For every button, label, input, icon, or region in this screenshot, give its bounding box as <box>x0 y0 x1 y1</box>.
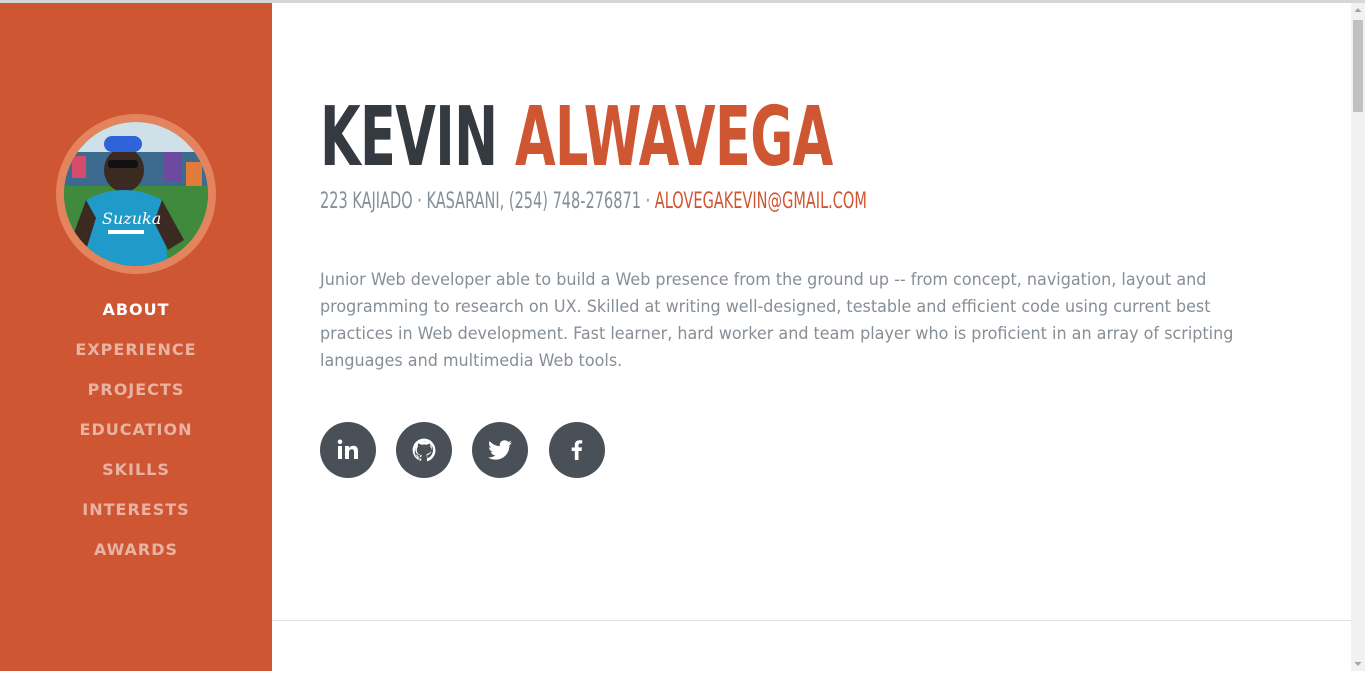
bio-paragraph: Junior Web developer able to build a Web… <box>320 267 1305 375</box>
scroll-up-arrow-icon[interactable] <box>1351 3 1365 17</box>
bio-line: languages and multimedia Web tools. <box>320 351 623 371</box>
nav-item-projects[interactable]: PROJECTS <box>0 379 272 419</box>
bio-line: Junior Web developer able to build a Web… <box>320 270 1207 290</box>
contact-line: 223 KAJIADO · KASARANI, (254) 748-276871… <box>320 189 867 215</box>
main-content: KEVIN ALWAVEGA 223 KAJIADO · KASARANI, (… <box>272 3 1351 671</box>
nav-item-about[interactable]: ABOUT <box>0 299 272 339</box>
facebook-icon <box>571 440 583 460</box>
email-link[interactable]: ALOVEGAKEVIN@GMAIL.COM <box>655 189 867 214</box>
avatar-frame: Suzuka <box>56 114 216 274</box>
section-divider <box>272 620 1351 621</box>
scrollbar[interactable] <box>1351 3 1365 671</box>
sidebar: Suzuka ABOUT EXPERIENCE PROJECTS EDUCATI… <box>0 3 272 671</box>
twitter-icon <box>488 440 512 460</box>
nav-item-interests[interactable]: INTERESTS <box>0 499 272 539</box>
svg-text:Suzuka: Suzuka <box>102 209 161 228</box>
twitter-button[interactable] <box>472 422 528 478</box>
avatar: Suzuka <box>64 122 208 266</box>
contact-address: 223 KAJIADO · KASARANI, (254) 748-276871… <box>320 189 655 214</box>
linkedin-icon <box>337 439 358 459</box>
sidebar-nav: ABOUT EXPERIENCE PROJECTS EDUCATION SKIL… <box>0 299 272 579</box>
first-name: KEVIN <box>320 90 498 185</box>
nav-item-education[interactable]: EDUCATION <box>0 419 272 459</box>
scroll-down-arrow-icon[interactable] <box>1351 657 1365 671</box>
nav-item-skills[interactable]: SKILLS <box>0 459 272 499</box>
last-name: ALWAVEGA <box>515 90 833 185</box>
bio-line: programming to research on UX. Skilled a… <box>320 297 1211 317</box>
linkedin-button[interactable] <box>320 422 376 478</box>
nav-item-awards[interactable]: AWARDS <box>0 539 272 579</box>
github-icon <box>412 438 436 462</box>
bio-line: practices in Web development. Fast learn… <box>320 324 1234 344</box>
github-button[interactable] <box>396 422 452 478</box>
avatar-photo-icon: Suzuka <box>64 122 208 266</box>
nav-item-experience[interactable]: EXPERIENCE <box>0 339 272 379</box>
scroll-thumb[interactable] <box>1353 20 1363 112</box>
page-title: KEVIN ALWAVEGA <box>320 93 833 183</box>
facebook-button[interactable] <box>549 422 605 478</box>
